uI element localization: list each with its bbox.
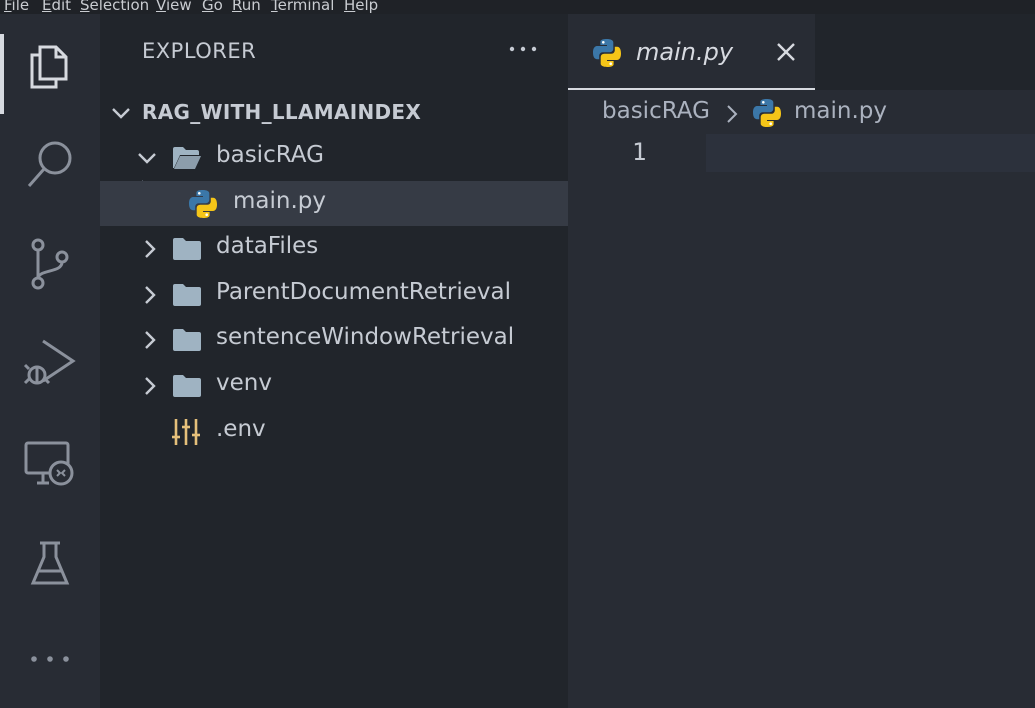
menu-selection[interactable]: Selection [80, 0, 149, 14]
chevron-right-icon [140, 284, 160, 304]
source-control-icon[interactable] [0, 219, 100, 309]
env-settings-icon [172, 417, 202, 445]
testing-icon[interactable] [0, 519, 100, 609]
tree-item-label: ParentDocumentRetrieval [216, 279, 511, 305]
code-editor[interactable]: 1 [568, 134, 1035, 708]
editor-area: main.py basicRAG main.py 1 [568, 14, 1035, 708]
tree-item-env[interactable]: .env [100, 409, 568, 454]
chevron-right-icon [140, 238, 160, 258]
tree-item-label: dataFiles [216, 233, 319, 259]
menu-run[interactable]: Run [232, 0, 261, 14]
run-debug-icon[interactable] [0, 319, 100, 409]
explorer-title: EXPLORER [142, 39, 257, 63]
tree-item-parentdocumentretrieval[interactable]: ParentDocumentRetrieval [100, 272, 568, 317]
more-icon[interactable] [0, 614, 100, 704]
breadcrumb-file[interactable]: main.py [794, 98, 887, 124]
tree-item-main-py[interactable]: main.py [100, 181, 568, 226]
menu-terminal[interactable]: Terminal [271, 0, 334, 14]
tab-main-py[interactable]: main.py [568, 14, 815, 90]
close-icon[interactable] [772, 38, 800, 66]
current-line-highlight [706, 134, 1035, 172]
breadcrumb: basicRAG main.py [568, 90, 1035, 134]
menu-go[interactable]: Go [202, 0, 223, 14]
remote-explorer-icon[interactable] [0, 419, 100, 509]
chevron-down-icon [136, 147, 156, 167]
menu-view[interactable]: View [156, 0, 192, 14]
folder-icon [172, 236, 202, 262]
tree-item-datafiles[interactable]: dataFiles [100, 226, 568, 271]
python-file-icon [592, 38, 621, 67]
tab-bar: main.py [568, 14, 1035, 90]
chevron-right-icon [140, 329, 160, 349]
folder-icon [172, 373, 202, 399]
tree-item-label: venv [216, 370, 272, 396]
line-number: 1 [632, 138, 647, 166]
folder-icon [172, 282, 202, 308]
tree-item-sentencewindowretrieval[interactable]: sentenceWindowRetrieval [100, 317, 568, 362]
tab-label: main.py [636, 38, 734, 66]
tree-item-label: sentenceWindowRetrieval [216, 324, 515, 350]
chevron-right-icon [140, 375, 160, 395]
menu-help[interactable]: Help [344, 0, 378, 14]
menu-file[interactable]: File [4, 0, 29, 14]
search-icon[interactable] [0, 119, 100, 209]
tree-item-label: main.py [233, 188, 326, 214]
tree-item-label: basicRAG [216, 142, 324, 168]
folder-icon [172, 327, 202, 353]
chevron-right-icon [724, 104, 740, 123]
breadcrumb-folder[interactable]: basicRAG [602, 98, 710, 124]
menu-bar: File Edit Selection View Go Run Terminal… [0, 0, 1035, 14]
python-file-icon [188, 189, 218, 218]
folder-open-icon [172, 145, 202, 171]
files-icon[interactable] [0, 19, 100, 109]
workspace-label: RAG_WITH_LLAMAINDEX [142, 100, 422, 124]
python-file-icon [752, 98, 781, 127]
tree-item-label: .env [216, 416, 266, 442]
menu-edit[interactable]: Edit [42, 0, 71, 14]
activity-bar [0, 14, 100, 708]
chevron-down-icon [110, 102, 132, 128]
tree-item-venv[interactable]: venv [100, 363, 568, 408]
workspace-header[interactable]: RAG_WITH_LLAMAINDEX [100, 96, 568, 132]
tree-item-basicrag[interactable]: basicRAG [100, 135, 568, 180]
explorer-sidebar: EXPLORER RAG_WITH_LLAMAINDEX basicRAG ma… [100, 14, 568, 708]
more-actions-button[interactable] [506, 32, 540, 66]
